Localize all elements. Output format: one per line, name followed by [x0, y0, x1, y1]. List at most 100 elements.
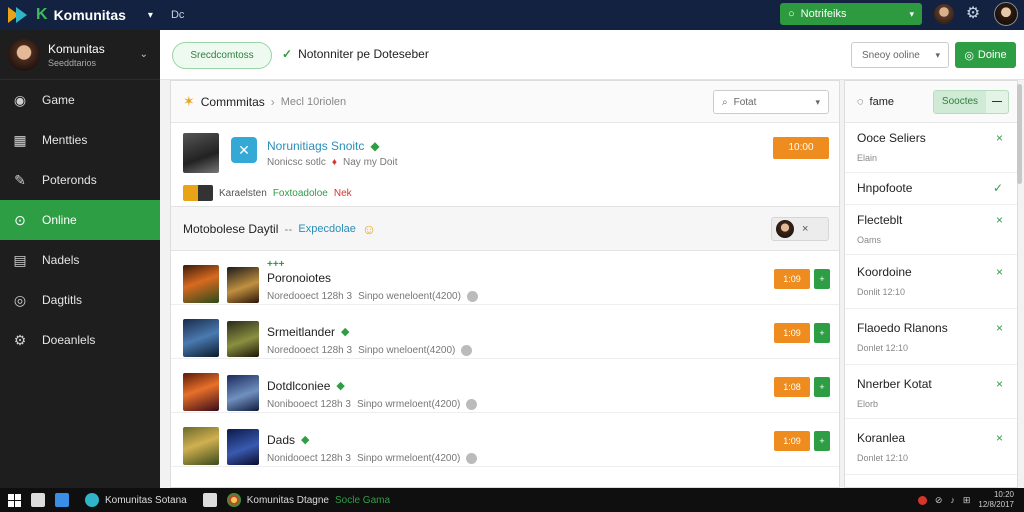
- sidebar-profile[interactable]: Komunitas Seeddtarios ⌄: [0, 30, 160, 80]
- chat-icon[interactable]: ⊘: [935, 495, 943, 506]
- list-item[interactable]: Srmeitlander ◆ Noredooect 128h 3 Sinpo wne…: [171, 305, 839, 359]
- chevron-down-icon: ▾: [935, 49, 940, 60]
- brand[interactable]: K Komunitas: [8, 6, 126, 24]
- right-panel: ◌ fame Sooctes — Ooce Seliers Elain × Hn…: [844, 80, 1018, 488]
- network-icon[interactable]: ⊞: [963, 495, 971, 506]
- featured-item[interactable]: ✕ Norunitiags Snoitc ◆ Nonicsc sotlc ♦ N…: [171, 123, 839, 207]
- list-item[interactable]: Hnpofoote ✓: [845, 173, 1017, 205]
- featured-sub-a: Karaelsten: [219, 187, 267, 199]
- status-pill[interactable]: Srecdcomtoss: [172, 42, 272, 69]
- sidebar-item-doeanlels[interactable]: ⚙ Doeanlels: [0, 320, 160, 360]
- list-item[interactable]: Koranlea Donlet 12:10 ×: [845, 419, 1017, 475]
- file-explorer-icon[interactable]: [31, 493, 45, 507]
- check-icon[interactable]: ✓: [993, 181, 1003, 195]
- add-button[interactable]: +: [814, 269, 830, 289]
- close-icon[interactable]: ×: [996, 321, 1003, 335]
- header: Srecdcomtoss ✓ Notonniter pe Doteseber S…: [160, 30, 1024, 80]
- close-icon[interactable]: ×: [996, 213, 1003, 227]
- sidebar-item-online[interactable]: ⊙ Online: [0, 200, 160, 240]
- top-tag[interactable]: Dc: [171, 9, 184, 21]
- featured-title[interactable]: Norunitiags Snoitc ◆: [267, 139, 380, 153]
- leaf-icon: ◆: [301, 434, 310, 446]
- list-item[interactable]: Koordoine Donlit 12:10 ×: [845, 255, 1017, 309]
- price-button[interactable]: 10:00: [773, 137, 829, 159]
- add-button[interactable]: +: [814, 431, 830, 451]
- user-avatar-icon[interactable]: [934, 4, 954, 24]
- list-item[interactable]: Dotdlconiee ◆ Nonibooect 128h 3 Sinpo wrme…: [171, 359, 839, 413]
- sidebar-item-poteronds[interactable]: ✎ Poteronds: [0, 160, 160, 200]
- close-icon[interactable]: ×: [996, 377, 1003, 391]
- list-item[interactable]: +++ Poronoiotes Noredooect 128h 3 Sinpo w…: [171, 251, 839, 305]
- collapse-icon[interactable]: —: [986, 96, 1008, 107]
- filter-select[interactable]: ⌕ Fotat ▾: [713, 90, 829, 114]
- price-button[interactable]: 1:08: [774, 377, 810, 397]
- online-select[interactable]: Sneoy ooline ▾: [851, 42, 949, 68]
- item-name: Flaoedo Rlanons: [857, 321, 948, 335]
- sidebar-item-mentties[interactable]: ▦ Mentties: [0, 120, 160, 160]
- sidebar-item-game[interactable]: ◉ Game: [0, 80, 160, 120]
- window-icon[interactable]: [202, 493, 217, 507]
- list-item[interactable]: Flaoedo Rlanons Donlet 12:10 ×: [845, 309, 1017, 365]
- featured-meta-text-2: Nay my Doit: [343, 157, 398, 168]
- gear-icon: ⚙: [13, 331, 27, 348]
- list-item[interactable]: Flecteblt Oams ×: [845, 205, 1017, 255]
- leaf-icon: ◆: [370, 139, 380, 153]
- settings-gear-icon[interactable]: ⚙: [963, 4, 983, 24]
- game-meta-text-2: Sinpo wrmeloent(4200): [356, 453, 461, 464]
- section-badge[interactable]: Expecdolae: [298, 223, 356, 235]
- notifications-dropdown[interactable]: ○ Notrifeiks ▾: [780, 3, 922, 25]
- taskbar-app-label: Komunitas Sotana: [105, 494, 187, 506]
- featured-meta-text: Nonicsc sotlc: [267, 157, 326, 168]
- clock[interactable]: 10:20 12/8/2017: [978, 490, 1014, 510]
- chevron-down-icon[interactable]: ⌄: [140, 49, 148, 60]
- brand-chevron-icon[interactable]: ▾: [148, 10, 153, 21]
- game-name: Dads ◆: [267, 433, 309, 447]
- list-item[interactable]: Dads ◆ Nonidooect 128h 3 Sinpo wrmeloent(4…: [171, 413, 839, 467]
- game-meta: Noredooect 128h 3 Sinpo wneloent(4200): [267, 345, 473, 356]
- section-user-control[interactable]: ×: [771, 217, 829, 241]
- scores-toggle[interactable]: Sooctes —: [933, 89, 1009, 114]
- breadcrumb-root[interactable]: Commmitas: [201, 95, 265, 109]
- disc-icon: ◎: [13, 291, 27, 308]
- leaf-icon: ◆: [341, 326, 350, 338]
- info-icon: [466, 291, 478, 302]
- info-icon: [466, 399, 478, 410]
- scrollbar[interactable]: [1017, 84, 1022, 184]
- list-item[interactable]: Nnerber Kotat Elorb ×: [845, 365, 1017, 419]
- add-button[interactable]: +: [814, 377, 830, 397]
- done-button[interactable]: ◎ Doine: [955, 42, 1016, 68]
- game-name: Srmeitlander ◆: [267, 325, 350, 339]
- taskbar-app-browser[interactable]: Komunitas Dtagne Socle Gama: [226, 493, 391, 507]
- list-item[interactable]: Ooce Seliers Elain ×: [845, 123, 1017, 173]
- alert-icon[interactable]: [917, 495, 927, 505]
- info-icon: [461, 345, 473, 356]
- sidebar-item-dagtitls[interactable]: ◎ Dagtitls: [0, 280, 160, 320]
- profile-avatar-icon[interactable]: [994, 2, 1018, 26]
- close-icon[interactable]: ×: [996, 431, 1003, 445]
- price-button[interactable]: 1:09: [774, 431, 810, 451]
- volume-icon[interactable]: ♪: [950, 495, 955, 505]
- taskbar-app-label: Komunitas Dtagne: [246, 494, 329, 506]
- close-icon[interactable]: ×: [996, 265, 1003, 279]
- store-icon[interactable]: [55, 493, 69, 507]
- price-button[interactable]: 1:09: [774, 269, 810, 289]
- game-meta-text: Nonidooect 128h 3: [267, 453, 351, 464]
- search-icon: ⌕: [722, 96, 728, 108]
- top-bar: K Komunitas ▾ Dc ○ Notrifeiks ▾ ⚙: [0, 0, 1024, 30]
- close-icon: ×: [802, 223, 809, 235]
- game-meta: Noredooect 128h 3 Sinpo weneloent(4200): [267, 291, 478, 302]
- item-sub: Donlet 12:10: [857, 453, 909, 463]
- brand-k: K: [36, 6, 48, 23]
- mini-thumbnail: [183, 185, 213, 201]
- featured-sub-b[interactable]: Foxtoadoloe: [273, 188, 328, 199]
- game-name-text: Dads: [267, 433, 296, 447]
- taskbar-app-komunitas[interactable]: Komunitas Sotana: [85, 493, 187, 507]
- add-button[interactable]: +: [814, 323, 830, 343]
- taskbar-app-label-2: Socle Gama: [335, 494, 391, 506]
- close-icon[interactable]: ×: [996, 131, 1003, 145]
- price-button[interactable]: 1:09: [774, 323, 810, 343]
- pencil-icon: ✎: [14, 171, 26, 188]
- section-dash: --: [284, 221, 293, 236]
- windows-start-icon[interactable]: [8, 493, 21, 507]
- sidebar-item-nadels[interactable]: ▤ Nadels: [0, 240, 160, 280]
